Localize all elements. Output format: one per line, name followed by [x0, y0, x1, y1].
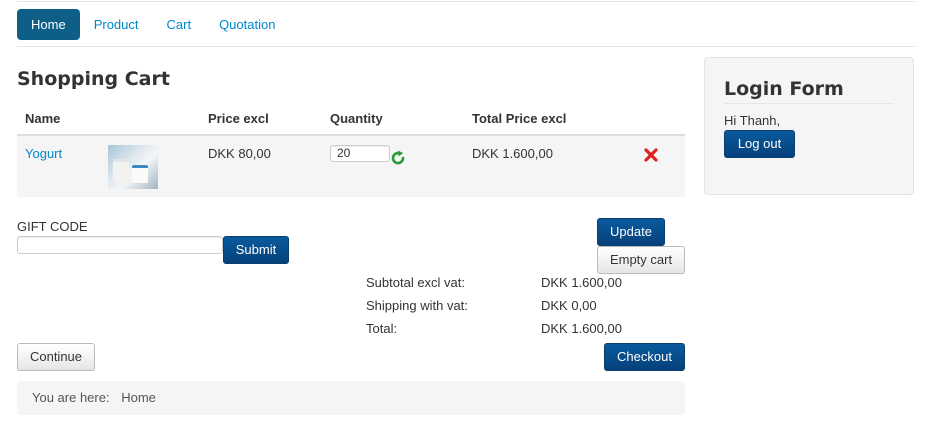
breadcrumb: You are here: Home: [17, 381, 685, 415]
cart-table: Name Price excl Quantity Total Price exc…: [17, 101, 685, 197]
item-total: DKK 1.600,00: [472, 146, 553, 161]
column-header-quantity: Quantity: [330, 111, 383, 126]
login-divider: [724, 103, 894, 104]
logout-button[interactable]: Log out: [724, 130, 795, 158]
cart-table-header: Name Price excl Quantity Total Price exc…: [17, 101, 685, 136]
page-title: Shopping Cart: [17, 68, 170, 90]
empty-cart-button[interactable]: Empty cart: [597, 246, 685, 274]
yogurt-product-image[interactable]: [108, 145, 158, 189]
shipping-row: Shipping with vat: DKK 0,00: [366, 298, 666, 321]
tab-product[interactable]: Product: [80, 9, 153, 40]
breadcrumb-home-link[interactable]: Home: [121, 390, 156, 405]
shipping-label: Shipping with vat:: [366, 298, 468, 313]
total-row: Total: DKK 1.600,00: [366, 321, 666, 344]
total-value: DKK 1.600,00: [541, 321, 622, 336]
subtotal-value: DKK 1.600,00: [541, 275, 622, 290]
delete-icon[interactable]: [643, 147, 659, 163]
breadcrumb-prefix: You are here:: [32, 390, 110, 405]
item-price: DKK 80,00: [208, 146, 271, 161]
submit-gift-code-button[interactable]: Submit: [223, 236, 289, 264]
product-name-link[interactable]: Yogurt: [25, 146, 62, 161]
tab-home[interactable]: Home: [17, 8, 80, 40]
tab-cart[interactable]: Cart: [153, 9, 206, 40]
update-button[interactable]: Update: [597, 218, 665, 246]
main-nav: Home Product Cart Quotation: [17, 8, 289, 40]
top-divider: [17, 1, 915, 2]
column-header-name: Name: [25, 111, 61, 126]
login-title: Login Form: [724, 78, 844, 100]
login-greeting: Hi Thanh,: [724, 113, 781, 128]
tab-quotation[interactable]: Quotation: [205, 9, 289, 40]
refresh-icon[interactable]: [390, 150, 406, 166]
table-row: Yogurt DKK 80,00 20 DKK 1.600,00: [17, 136, 685, 197]
nav-divider: [17, 46, 915, 47]
continue-button[interactable]: Continue: [17, 343, 95, 371]
quantity-input[interactable]: 20: [330, 145, 390, 162]
column-header-price: Price excl: [208, 111, 269, 126]
gift-code-label: GIFT CODE: [17, 219, 88, 234]
column-header-total: Total Price excl: [472, 111, 567, 126]
checkout-button[interactable]: Checkout: [604, 343, 685, 371]
subtotal-label: Subtotal excl vat:: [366, 275, 465, 290]
total-label: Total:: [366, 321, 398, 336]
cart-totals: Subtotal excl vat: DKK 1.600,00 Shipping…: [366, 275, 666, 344]
gift-code-input[interactable]: [17, 236, 223, 254]
login-panel: Login Form Hi Thanh, Log out: [704, 57, 914, 195]
shipping-value: DKK 0,00: [541, 298, 597, 313]
subtotal-row: Subtotal excl vat: DKK 1.600,00: [366, 275, 666, 298]
